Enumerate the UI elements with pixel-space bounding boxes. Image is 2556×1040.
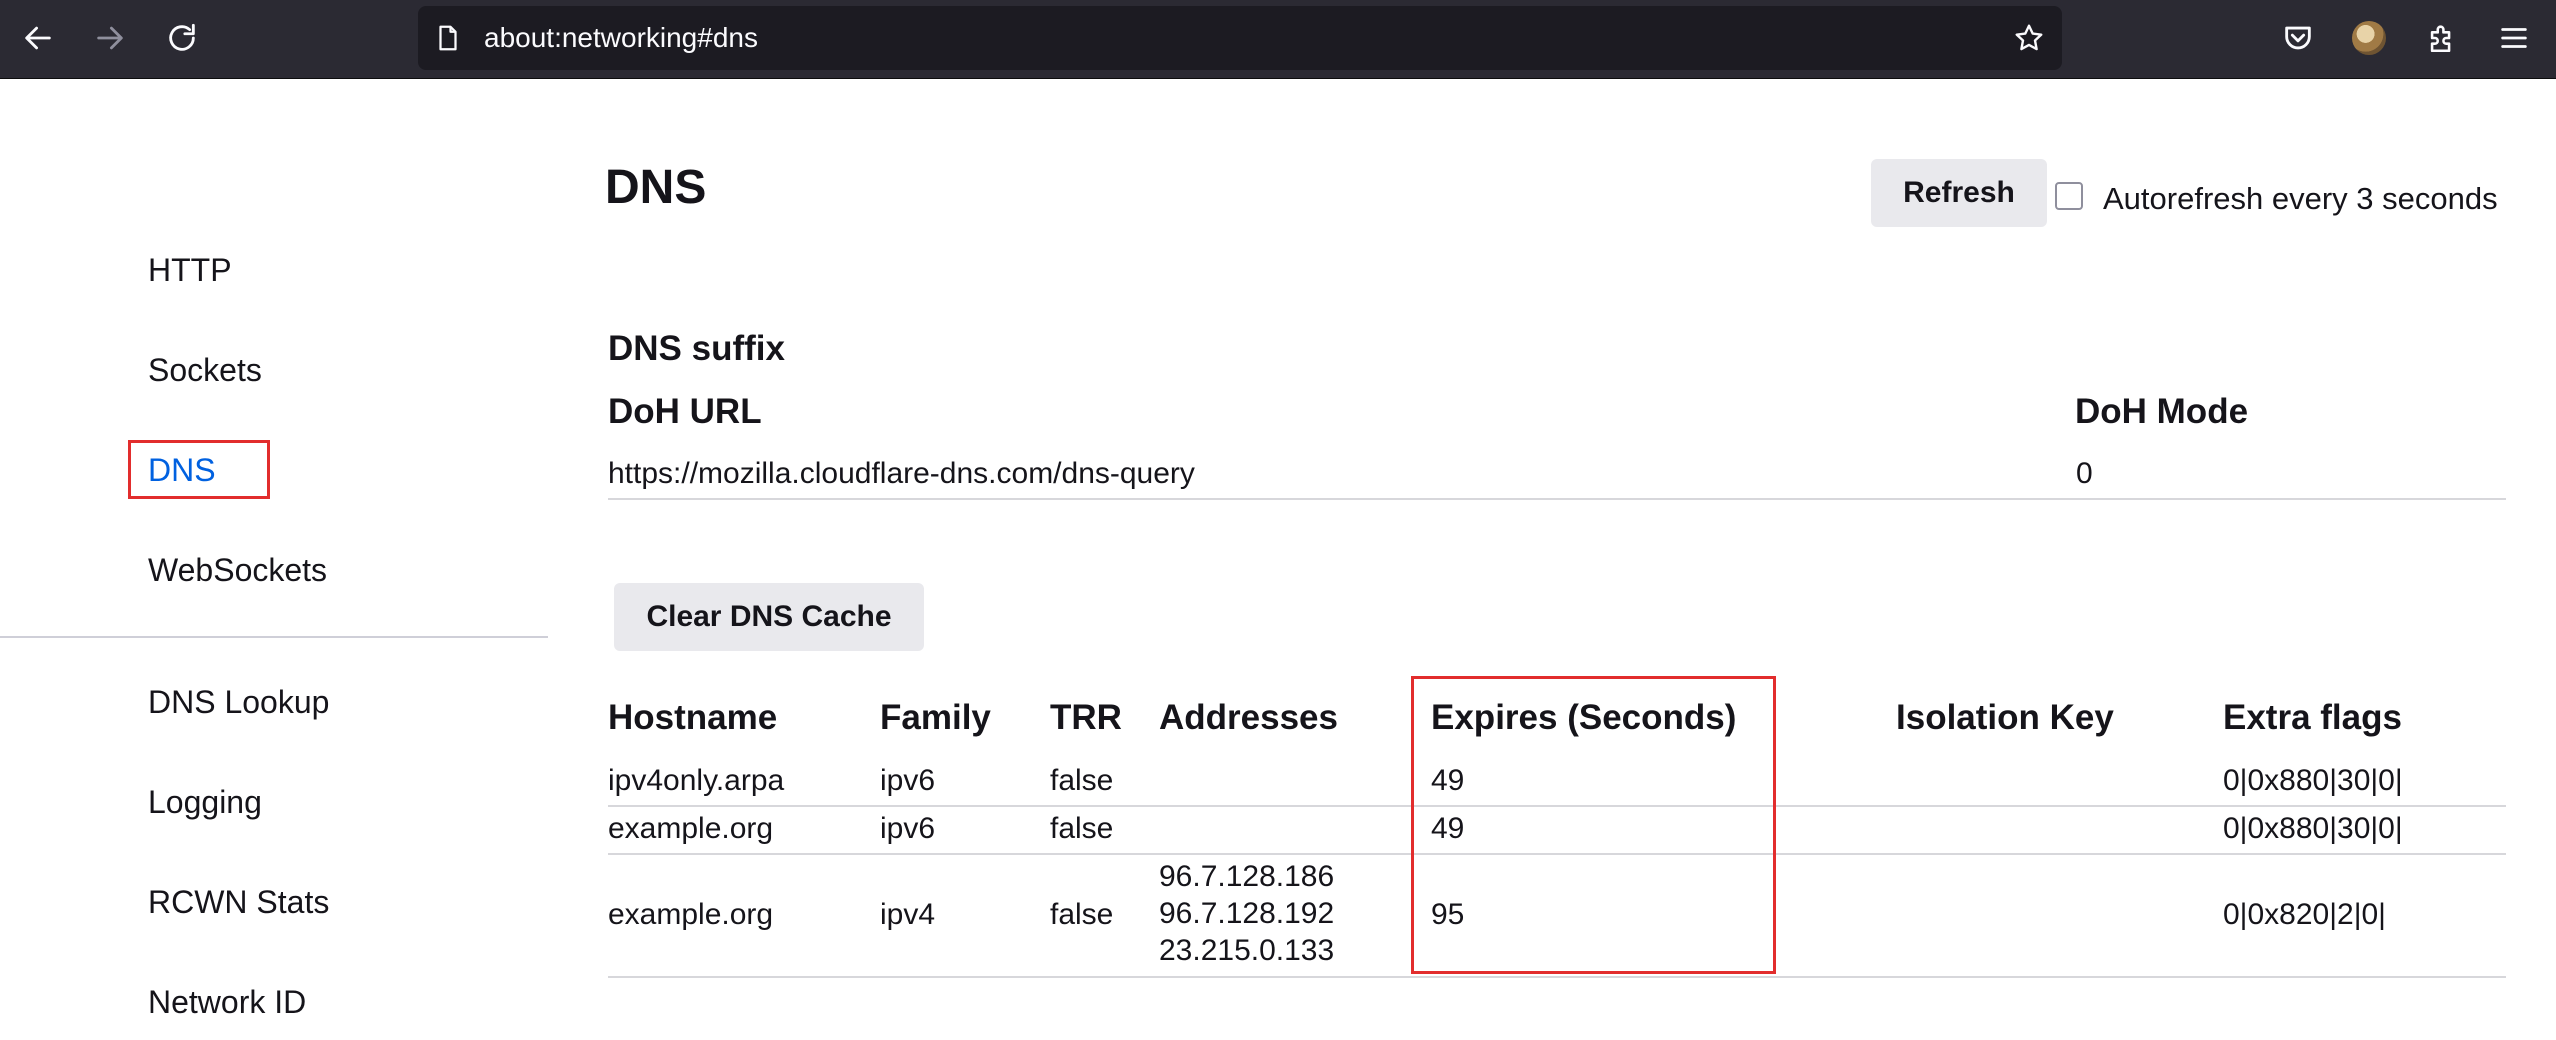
sidebar: HTTP Sockets DNS WebSockets DNS Lookup L…: [0, 78, 548, 1040]
url-bar[interactable]: about:networking#dns: [418, 6, 2062, 70]
column-header-hostname: Hostname: [608, 698, 778, 737]
pocket-button[interactable]: [2278, 18, 2318, 58]
cell-trr: false: [1050, 898, 1114, 931]
forward-button[interactable]: [90, 18, 130, 58]
page-title: DNS: [605, 161, 707, 214]
reload-button[interactable]: [162, 18, 202, 58]
pocket-icon: [2285, 26, 2311, 50]
cell-extra-flags: 0|0x880|30|0|: [2223, 764, 2403, 797]
clear-dns-cache-button[interactable]: Clear DNS Cache: [614, 583, 924, 651]
doh-url-value: https://mozilla.cloudflare-dns.com/dns-q…: [608, 457, 1195, 490]
sidebar-divider: [0, 636, 548, 638]
address-line: 96.7.128.192: [1159, 897, 1335, 930]
sidebar-item-websockets[interactable]: WebSockets: [148, 552, 327, 589]
cell-addresses: 96.7.128.186 96.7.128.192 23.215.0.133: [1159, 858, 1334, 969]
column-header-extra-flags: Extra flags: [2223, 698, 2402, 737]
extensions-button[interactable]: [2422, 18, 2462, 58]
url-text[interactable]: about:networking#dns: [484, 6, 758, 70]
cell-family: ipv4: [880, 898, 936, 931]
cell-hostname: example.org: [608, 812, 774, 845]
sidebar-item-sockets[interactable]: Sockets: [148, 352, 262, 389]
reload-icon: [169, 23, 195, 51]
selected-item-highlight: [128, 440, 270, 499]
cell-hostname: ipv4only.arpa: [608, 764, 785, 797]
sidebar-item-http[interactable]: HTTP: [148, 252, 232, 289]
sidebar-item-rcwn-stats[interactable]: RCWN Stats: [148, 884, 329, 921]
doh-mode-header: DoH Mode: [2075, 392, 2249, 431]
sidebar-item-dns-lookup[interactable]: DNS Lookup: [148, 684, 329, 721]
dns-suffix-heading: DNS suffix: [608, 329, 785, 368]
column-header-family: Family: [880, 698, 991, 737]
sidebar-item-network-id[interactable]: Network ID: [148, 984, 306, 1021]
bookmark-star-icon[interactable]: [2010, 19, 2048, 57]
column-header-trr: TRR: [1050, 698, 1122, 737]
cell-family: ipv6: [880, 812, 936, 845]
page-icon: [430, 20, 466, 56]
doh-url-header: DoH URL: [608, 392, 762, 431]
doh-row-divider: [608, 498, 2506, 500]
column-header-addresses: Addresses: [1159, 698, 1338, 737]
cell-trr: false: [1050, 812, 1114, 845]
row-divider: [608, 976, 2506, 978]
menu-icon: [2501, 28, 2527, 48]
expires-column-highlight: [1411, 676, 1776, 974]
cell-hostname: example.org: [608, 898, 774, 931]
back-button[interactable]: [18, 18, 58, 58]
cell-extra-flags: 0|0x880|30|0|: [2223, 812, 2403, 845]
forward-icon: [97, 26, 123, 50]
address-line: 96.7.128.186: [1159, 860, 1335, 893]
browser-toolbar: about:networking#dns: [0, 0, 2556, 79]
refresh-button[interactable]: Refresh: [1871, 159, 2047, 227]
app-menu-button[interactable]: [2494, 18, 2534, 58]
back-icon: [25, 26, 51, 50]
sidebar-item-logging[interactable]: Logging: [148, 784, 262, 821]
doh-mode-value: 0: [2076, 457, 2093, 490]
extensions-icon: [2430, 25, 2451, 53]
column-header-isolation-key: Isolation Key: [1896, 698, 2114, 737]
autorefresh-checkbox[interactable]: [2055, 182, 2083, 210]
autorefresh-label: Autorefresh every 3 seconds: [2103, 181, 2498, 216]
address-line: 23.215.0.133: [1159, 934, 1335, 967]
cell-family: ipv6: [880, 764, 936, 797]
cell-extra-flags: 0|0x820|2|0|: [2223, 898, 2386, 931]
cell-trr: false: [1050, 764, 1114, 797]
avatar[interactable]: [2352, 21, 2386, 55]
